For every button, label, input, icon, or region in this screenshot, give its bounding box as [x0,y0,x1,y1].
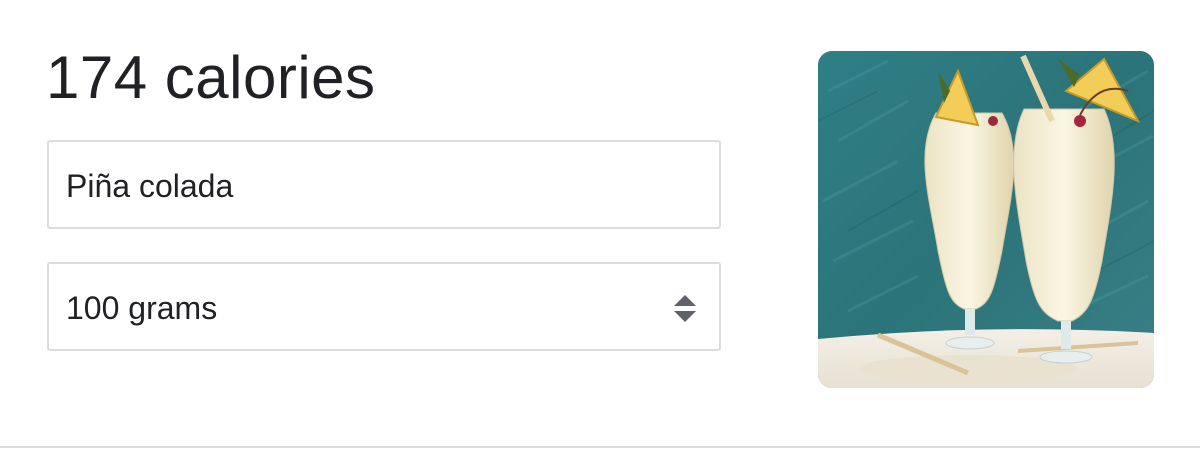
chevron-down-icon [674,311,696,322]
up-down-chevron-icon[interactable] [673,292,697,326]
food-input-value: Piña colada [66,168,234,204]
pina-colada-image [818,51,1154,388]
section-divider [0,446,1200,448]
amount-select[interactable]: 100 grams [47,262,721,351]
food-input[interactable]: Piña colada [47,140,721,229]
chevron-up-icon [674,295,696,306]
calories-heading: 174 calories [46,44,376,111]
pina-colada-photo [818,51,1154,388]
nutrition-card: 174 calories Piña colada 100 grams [0,0,1200,448]
amount-select-value: 100 grams [66,290,218,326]
